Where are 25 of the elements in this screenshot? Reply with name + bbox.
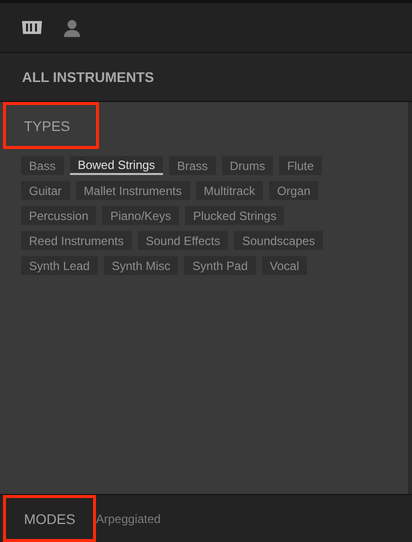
type-tag[interactable]: Mallet Instruments bbox=[76, 181, 190, 200]
user-icon[interactable] bbox=[63, 18, 81, 36]
logo-icon bbox=[21, 20, 43, 35]
type-tag[interactable]: Reed Instruments bbox=[21, 231, 132, 250]
type-tag[interactable]: Sound Effects bbox=[138, 231, 228, 250]
type-tag[interactable]: Flute bbox=[279, 156, 322, 175]
type-tag[interactable]: Synth Lead bbox=[21, 256, 98, 275]
type-tag[interactable]: Plucked Strings bbox=[185, 206, 284, 225]
type-tag[interactable]: Bowed Strings bbox=[70, 156, 164, 175]
type-tag[interactable]: Bass bbox=[21, 156, 64, 175]
section-header[interactable]: ALL INSTRUMENTS bbox=[22, 69, 154, 85]
type-tag[interactable]: Synth Pad bbox=[184, 256, 256, 275]
type-tag[interactable]: Synth Misc bbox=[104, 256, 178, 275]
type-tag[interactable]: Guitar bbox=[21, 181, 70, 200]
type-tag[interactable]: Vocal bbox=[262, 256, 308, 275]
type-tag[interactable]: Brass bbox=[169, 156, 216, 175]
type-tag[interactable]: Piano/Keys bbox=[102, 206, 180, 225]
section-title: TYPES bbox=[24, 118, 70, 134]
type-tag[interactable]: Percussion bbox=[21, 206, 96, 225]
type-tag[interactable]: Drums bbox=[222, 156, 274, 175]
mode-tag[interactable]: Arpeggiated bbox=[96, 512, 161, 526]
type-tag[interactable]: Organ bbox=[269, 181, 318, 200]
type-tag[interactable]: Multitrack bbox=[196, 181, 264, 200]
section-title: MODES bbox=[24, 510, 76, 526]
type-tag[interactable]: Soundscapes bbox=[234, 231, 323, 250]
